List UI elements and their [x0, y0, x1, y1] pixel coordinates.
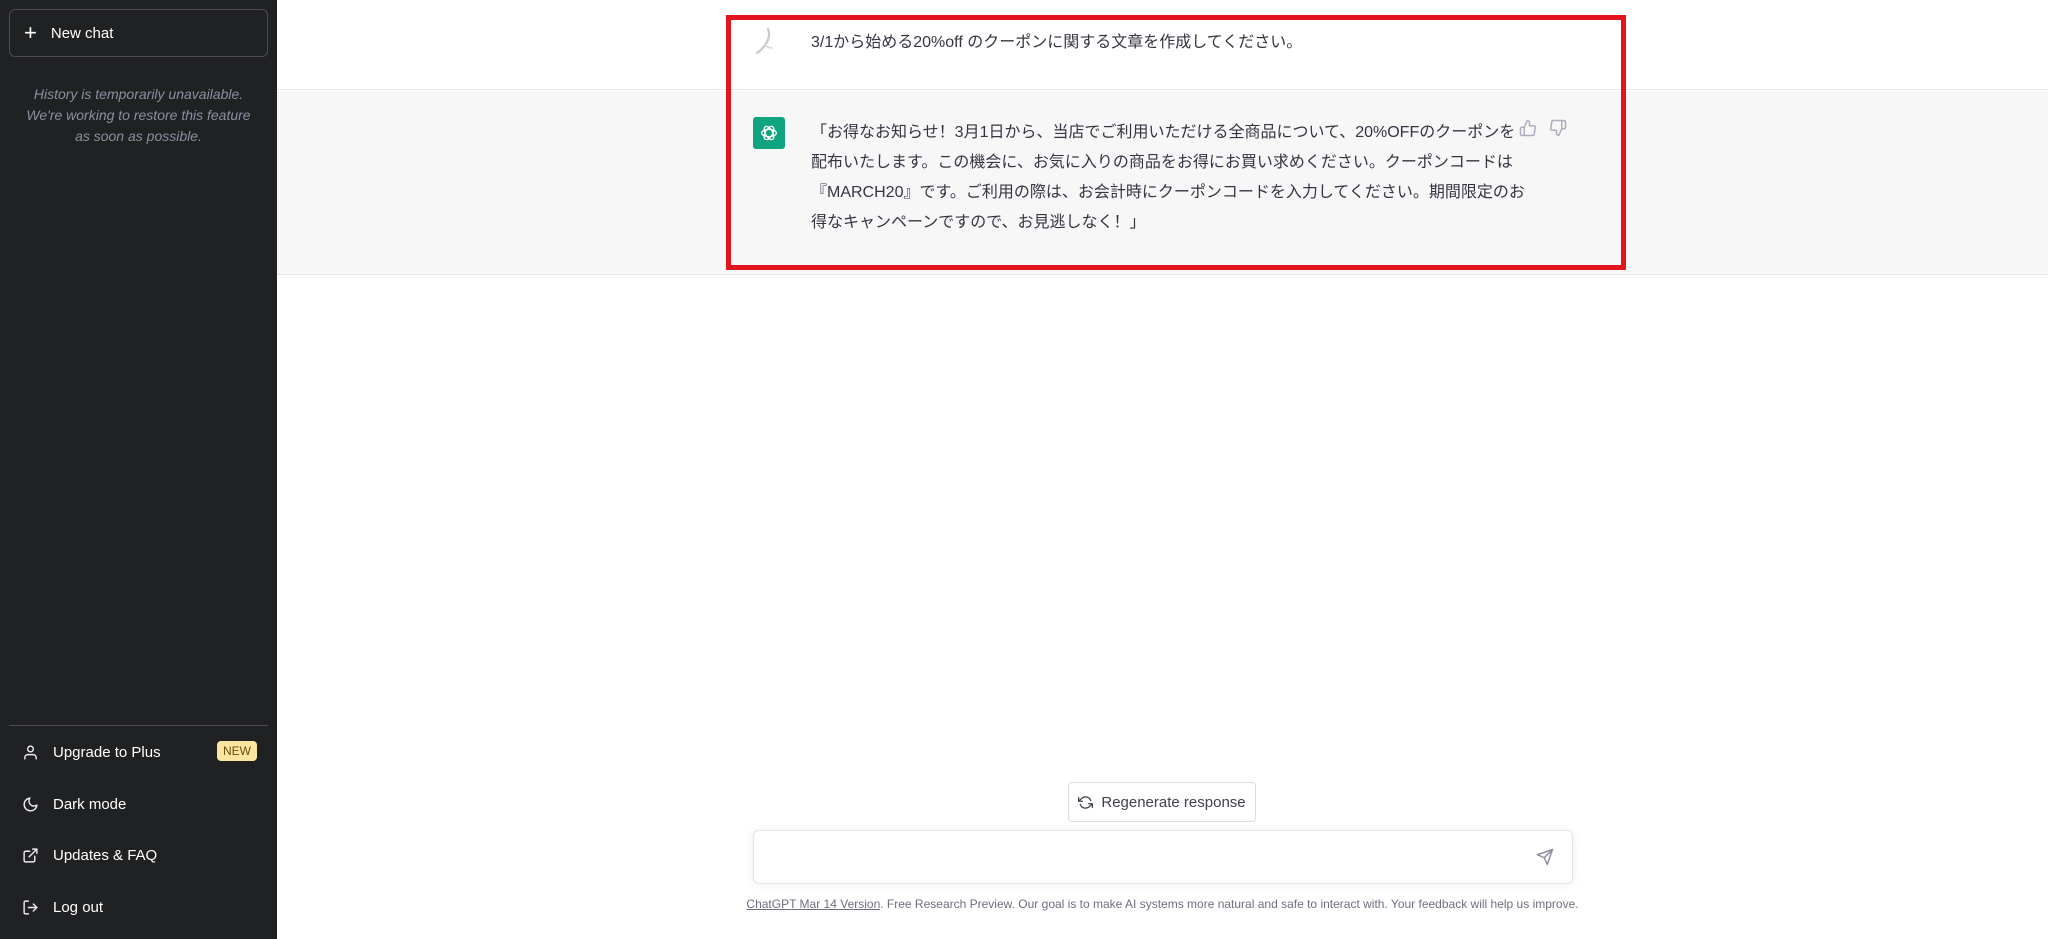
sidebar-item-label: Log out — [53, 898, 104, 916]
thumbs-up-icon[interactable] — [1519, 119, 1537, 137]
sidebar-item-log-out[interactable]: Log out — [9, 885, 268, 929]
regenerate-response-button[interactable]: Regenerate response — [1068, 782, 1256, 822]
sidebar-item-label: Upgrade to Plus — [53, 743, 161, 761]
thumbs-down-icon[interactable] — [1549, 119, 1567, 137]
prompt-input[interactable] — [770, 845, 1510, 871]
refresh-icon — [1078, 795, 1094, 810]
sidebar-item-upgrade[interactable]: Upgrade to Plus NEW — [9, 730, 268, 774]
user-icon — [21, 743, 39, 761]
user-message-text: 3/1から始める20%off のクーポンに関する文章を作成してください。 — [811, 34, 1303, 51]
external-link-icon — [21, 846, 39, 864]
new-chat-button[interactable]: + New chat — [9, 9, 268, 57]
user-message-row: 3/1から始める20%off のクーポンに関する文章を作成してください。 — [277, 0, 2048, 90]
chat-main: 3/1から始める20%off のクーポンに関する文章を作成してください。 「お得… — [277, 0, 2048, 939]
footer-disclaimer: ChatGPT Mar 14 Version. Free Research Pr… — [277, 897, 2048, 911]
version-link[interactable]: ChatGPT Mar 14 Version — [746, 897, 880, 911]
plus-icon: + — [24, 20, 37, 45]
history-unavailable-message: History is temporarily unavailable. We'r… — [26, 86, 251, 144]
prompt-input-box — [753, 830, 1573, 884]
regenerate-label: Regenerate response — [1101, 793, 1246, 811]
sidebar-item-label: Dark mode — [53, 795, 127, 813]
sidebar-divider — [9, 725, 268, 726]
sidebar-item-label: Updates & FAQ — [53, 846, 158, 864]
sidebar-item-dark-mode[interactable]: Dark mode — [9, 782, 268, 826]
sidebar-item-updates-faq[interactable]: Updates & FAQ — [9, 833, 268, 877]
new-chat-label: New chat — [50, 24, 114, 42]
user-avatar — [751, 26, 781, 56]
footer-text: . Free Research Preview. Our goal is to … — [880, 897, 1579, 911]
moon-icon — [21, 795, 39, 813]
new-badge: NEW — [217, 741, 257, 761]
chatgpt-logo-icon — [753, 117, 785, 149]
feedback-buttons — [1519, 119, 1567, 137]
assistant-message-row: 「お得なお知らせ！3月1日から、当店でご利用いただける全商品について、20%OF… — [277, 91, 2048, 275]
assistant-message-text: 「お得なお知らせ！3月1日から、当店でご利用いただける全商品について、20%OF… — [811, 124, 1525, 231]
sidebar: + New chat History is temporarily unavai… — [0, 0, 277, 939]
logout-icon — [21, 898, 39, 916]
send-icon[interactable] — [1536, 848, 1556, 868]
